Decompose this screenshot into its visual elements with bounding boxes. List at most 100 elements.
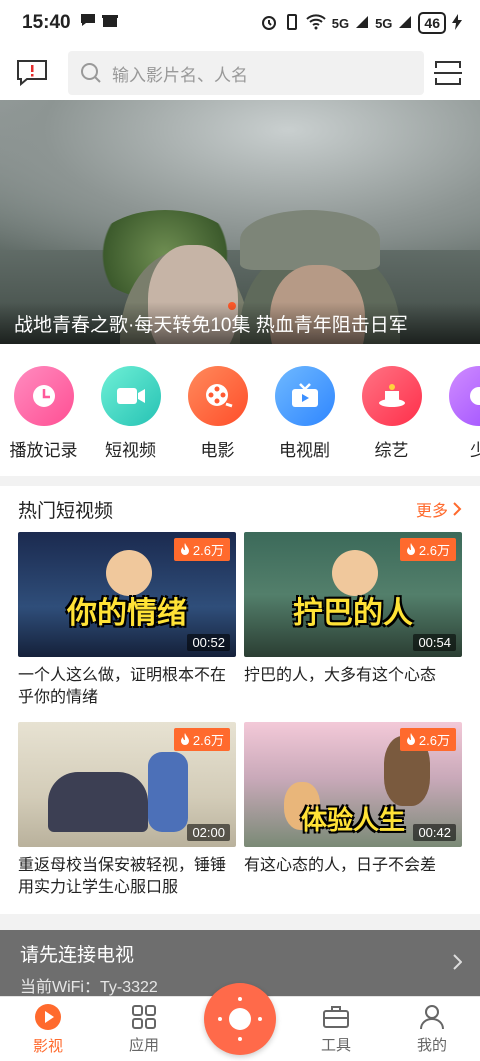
more-link[interactable]: 更多 (416, 497, 462, 521)
signal-bars-icon (355, 15, 369, 32)
signal-5g-2: 5G (375, 15, 393, 31)
category-label: 综艺 (374, 441, 409, 460)
banner-title: 战地青春之歌·每天转免10集 热血青年阻击日军 (0, 302, 480, 344)
banner-sky (0, 100, 480, 250)
video-thumbnail: 你的情绪 2.6万 00:52 (18, 532, 236, 657)
category-label: 少 (470, 441, 480, 460)
video-description: 重返母校当保安被轻视，锤锤用实力让学生心服口服 (18, 857, 227, 896)
kid-icon (448, 366, 480, 426)
category-label: 电影 (200, 441, 235, 460)
top-header: 输入影片名、人名 (0, 46, 480, 100)
video-duration: 00:42 (413, 824, 456, 841)
video-camera-icon (100, 366, 161, 426)
hero-banner[interactable]: 战地青春之歌·每天转免10集 热血青年阻击日军 (0, 100, 480, 344)
category-label: 电视剧 (279, 441, 330, 460)
view-count: 2.6万 (192, 543, 224, 558)
thumbnail-caption: 你的情绪 (67, 597, 187, 630)
apps-grid-icon (132, 1004, 156, 1029)
view-count: 2.6万 (418, 733, 450, 748)
category-tv-series[interactable]: 电视剧 (261, 366, 348, 476)
thumbnail-figures (48, 772, 148, 832)
view-count-badge: 2.6万 (399, 728, 456, 751)
tv-connect-title: 请先连接电视 (20, 945, 135, 966)
play-circle-icon (35, 1003, 61, 1030)
search-placeholder: 输入影片名、人名 (112, 65, 248, 85)
message-button[interactable] (12, 53, 52, 93)
fire-icon (406, 733, 415, 745)
category-label: 短视频 (105, 441, 156, 460)
view-count-badge: 2.6万 (173, 728, 230, 751)
tv-icon (274, 366, 335, 426)
message-alert-icon (17, 60, 47, 87)
category-movie[interactable]: 电影 (174, 366, 261, 476)
search-box[interactable]: 输入影片名、人名 (68, 51, 424, 95)
tab-label: 影视 (32, 1037, 63, 1055)
video-description: 有这心态的人，日子不会差 (244, 857, 437, 874)
video-thumbnail: 拧巴的人 2.6万 00:54 (244, 532, 462, 657)
hot-videos-section: 热门短视频 更多 你的情绪 2.6万 00:52 一个人这么做，证明根本不在乎你… (0, 486, 480, 914)
vibrate-icon (284, 13, 300, 34)
magic-hat-icon (361, 366, 422, 426)
signal-5g-1: 5G (331, 15, 350, 31)
fire-icon (180, 733, 189, 745)
category-kids[interactable]: 少 (435, 366, 480, 476)
scan-icon (434, 61, 462, 85)
remote-dpad-icon (218, 997, 262, 1041)
charging-icon (452, 13, 462, 33)
chevron-right-icon (453, 502, 462, 516)
tab-label: 工具 (320, 1036, 351, 1054)
tab-apps[interactable]: 应用 (96, 997, 192, 1061)
user-icon (420, 1004, 444, 1029)
category-short-video[interactable]: 短视频 (87, 366, 174, 476)
thumbnail-figure (148, 752, 188, 832)
video-card[interactable]: 你的情绪 2.6万 00:52 一个人这么做，证明根本不在乎你的情绪 (18, 532, 236, 709)
chat-notification-icon (79, 12, 97, 34)
section-header: 热门短视频 更多 (0, 486, 480, 532)
banner-cap (240, 210, 380, 270)
category-row: 播放记录 短视频 电影 电视剧 综艺 少 (0, 344, 480, 476)
video-duration: 00:52 (187, 634, 230, 651)
video-description: 拧巴的人，大多有这个心态 (244, 667, 437, 684)
section-title: 热门短视频 (18, 500, 114, 522)
video-grid: 你的情绪 2.6万 00:52 一个人这么做，证明根本不在乎你的情绪 拧巴的人 … (0, 532, 480, 912)
video-duration: 00:54 (413, 634, 456, 651)
video-duration: 02:00 (187, 824, 230, 841)
remote-control-button[interactable] (204, 983, 276, 1055)
video-thumbnail: 体验人生 2.6万 00:42 (244, 722, 462, 847)
status-bar: 15:40 5G 5G 46 (0, 0, 480, 46)
alarm-icon (260, 13, 278, 34)
tab-label: 我的 (416, 1036, 447, 1054)
tab-label: 应用 (128, 1036, 159, 1054)
battery-level: 46 (418, 12, 446, 34)
category-history[interactable]: 播放记录 (0, 366, 87, 476)
category-variety[interactable]: 综艺 (348, 366, 435, 476)
video-card[interactable]: 体验人生 2.6万 00:42 有这心态的人，日子不会差 (244, 722, 462, 899)
view-count: 2.6万 (192, 733, 224, 748)
view-count-badge: 2.6万 (399, 538, 456, 561)
film-reel-icon (187, 366, 248, 426)
view-count-badge: 2.6万 (173, 538, 230, 561)
chevron-right-icon (453, 954, 462, 970)
more-label: 更多 (415, 503, 448, 520)
fire-icon (406, 543, 415, 555)
tab-tools[interactable]: 工具 (288, 997, 384, 1061)
tab-video[interactable]: 影视 (0, 997, 96, 1061)
video-card[interactable]: 拧巴的人 2.6万 00:54 拧巴的人，大多有这个心态 (244, 532, 462, 709)
wifi-icon (306, 13, 326, 33)
video-description: 一个人这么做，证明根本不在乎你的情绪 (18, 667, 227, 706)
clock-icon (13, 366, 74, 426)
app-root: 15:40 5G 5G 46 输入影片名、人名 战地青春之歌·每天转免10集 热… (0, 0, 480, 1061)
view-count: 2.6万 (418, 543, 450, 558)
category-label: 播放记录 (9, 441, 78, 460)
video-thumbnail: 2.6万 02:00 (18, 722, 236, 847)
search-icon (81, 63, 101, 83)
signal-bars-icon-2 (398, 15, 412, 32)
gift-icon (101, 11, 119, 35)
video-card[interactable]: 2.6万 02:00 重返母校当保安被轻视，锤锤用实力让学生心服口服 (18, 722, 236, 899)
fire-icon (180, 543, 189, 555)
thumbnail-caption: 拧巴的人 (293, 597, 413, 630)
tab-me[interactable]: 我的 (384, 997, 480, 1061)
status-time: 15:40 (22, 12, 71, 33)
status-icons: 5G 5G 46 (260, 12, 462, 34)
scan-button[interactable] (428, 53, 468, 93)
